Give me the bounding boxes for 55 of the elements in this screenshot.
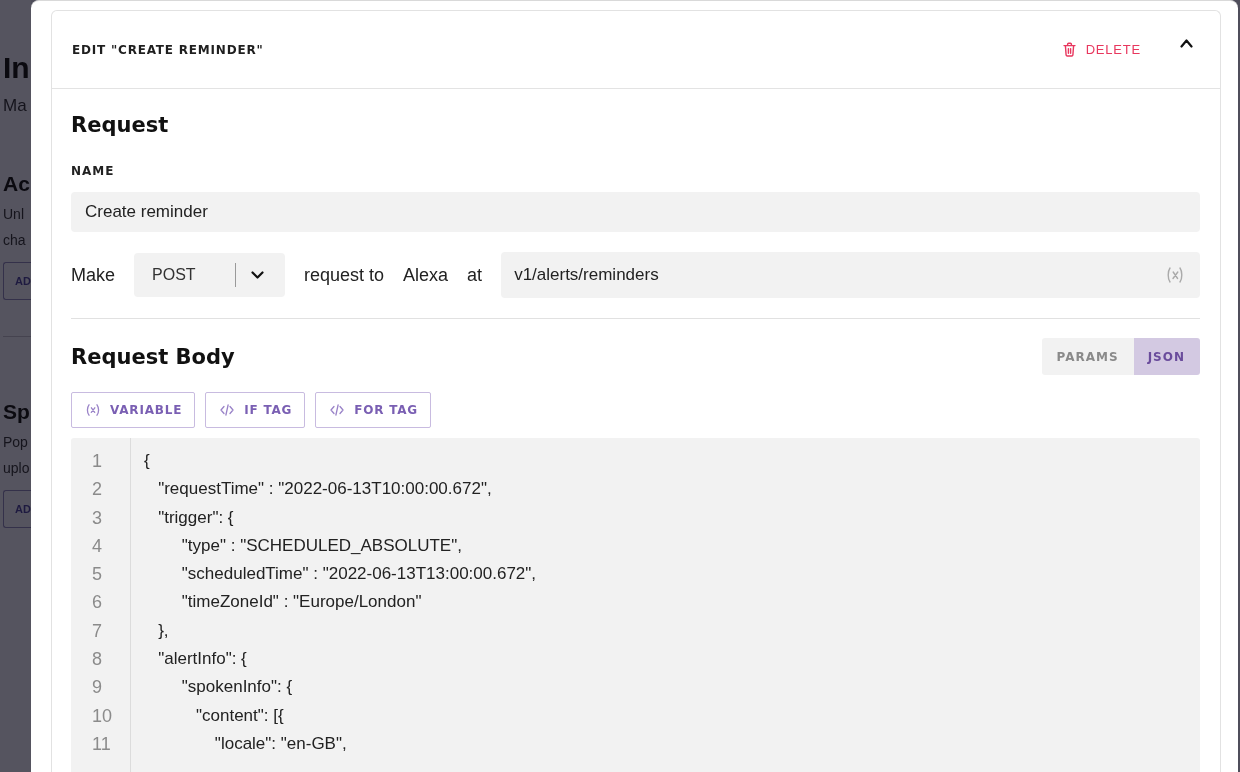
variable-icon[interactable] bbox=[1166, 267, 1184, 283]
section-description: Pop bbox=[3, 433, 28, 452]
code-icon bbox=[220, 404, 235, 416]
section-heading: Request Body bbox=[71, 343, 235, 371]
field-label: NAME bbox=[71, 163, 115, 179]
code-line: "trigger": { bbox=[158, 507, 234, 527]
delete-button[interactable]: DELETE bbox=[1062, 42, 1141, 57]
chevron-down-icon bbox=[251, 271, 264, 279]
trash-icon bbox=[1062, 42, 1076, 57]
section-description: uplo bbox=[3, 459, 30, 478]
page-title: In bbox=[3, 50, 30, 86]
line-number: 10 bbox=[92, 704, 113, 728]
insert-button[interactable]: IF TAG bbox=[205, 392, 306, 428]
code-editor[interactable] bbox=[71, 438, 1200, 772]
code-line: "requestTime" : "2022-06-13T10:00:00.672", bbox=[158, 479, 492, 499]
line-number: 9 bbox=[92, 676, 102, 700]
line-number: 3 bbox=[92, 506, 102, 530]
line-number: 8 bbox=[92, 648, 102, 672]
line-number: 2 bbox=[92, 478, 102, 502]
code-line: "type" : "SCHEDULED_ABSOLUTE", bbox=[181, 535, 462, 555]
section-description: Unl bbox=[3, 205, 24, 224]
code-line: "content": [{ bbox=[195, 705, 284, 725]
code-line: "scheduledTime" : "2022-06-13T13:00:00.672", bbox=[181, 564, 537, 584]
insert-button[interactable]: FOR TAG bbox=[315, 392, 431, 428]
code-line: { bbox=[144, 451, 150, 470]
line-number: 1 bbox=[92, 450, 102, 473]
chevron-up-icon[interactable] bbox=[1180, 39, 1193, 48]
insert-button[interactable]: VARIABLE bbox=[71, 392, 196, 428]
line-number: 11 bbox=[92, 732, 111, 756]
code-line: "alertInfo": { bbox=[158, 649, 247, 669]
line-number: 7 bbox=[92, 619, 102, 643]
page-subtitle: Ma bbox=[3, 95, 27, 117]
line-number: 4 bbox=[92, 534, 102, 558]
service-name: Alexa bbox=[403, 264, 449, 286]
request-to-label: request to bbox=[304, 264, 385, 286]
code-line: "spokenInfo": { bbox=[181, 677, 293, 697]
code-line: }, bbox=[158, 620, 169, 640]
at-label: at bbox=[467, 264, 483, 286]
code-icon bbox=[330, 404, 345, 416]
section-heading: Request bbox=[71, 112, 169, 139]
name-input[interactable]: Create reminder bbox=[71, 192, 1200, 232]
code-line: "timeZoneId" : "Europe/London" bbox=[181, 592, 422, 612]
make-label: Make bbox=[71, 264, 115, 286]
section-description: cha bbox=[3, 231, 26, 250]
method-select[interactable]: POST bbox=[134, 253, 285, 297]
code-line: "locale": "en-GB", bbox=[214, 733, 347, 753]
path-input[interactable]: v1/alerts/reminders bbox=[501, 252, 1200, 298]
section-title: Sp bbox=[3, 399, 30, 425]
mode-tab[interactable]: PARAMS bbox=[1041, 338, 1134, 375]
variable-icon bbox=[86, 404, 100, 416]
mode-tab[interactable]: JSON bbox=[1133, 338, 1200, 375]
line-number: 6 bbox=[92, 591, 102, 615]
line-number: 5 bbox=[92, 563, 102, 587]
card-title: EDIT "CREATE REMINDER" bbox=[72, 42, 264, 57]
section-title: Ac bbox=[3, 171, 30, 197]
